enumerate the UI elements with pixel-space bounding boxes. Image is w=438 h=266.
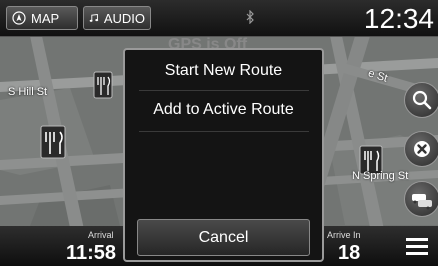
route-options-dialog: Start New Route Add to Active Route Canc… [123, 48, 324, 262]
clock: 12:34 [363, 3, 434, 34]
audio-button-label: AUDIO [103, 10, 145, 26]
audio-button[interactable]: AUDIO [83, 6, 151, 30]
bluetooth-icon [246, 10, 254, 24]
search-button[interactable] [404, 82, 438, 118]
menu-button[interactable] [396, 226, 438, 266]
cancel-button-label: Cancel [198, 228, 249, 246]
arrival-time: 11:58 [66, 242, 117, 264]
traffic-icon [412, 194, 432, 210]
start-new-route-button[interactable]: Start New Route [125, 62, 322, 80]
cancel-route-button[interactable] [404, 131, 438, 167]
restaurant-icon[interactable] [40, 125, 66, 159]
arrive-in-label: Arrive In [327, 230, 361, 240]
arrive-in-value: 18 [338, 242, 361, 264]
arrival-label: Arrival [88, 230, 114, 240]
navigation-screen: S Hill St N Spring St e St GPS is Off MA… [0, 0, 438, 266]
cancel-route-icon [414, 141, 430, 157]
traffic-button[interactable] [404, 181, 438, 217]
map-button[interactable]: MAP [6, 6, 78, 30]
restaurant-icon[interactable] [93, 71, 113, 99]
music-note-icon [89, 13, 99, 22]
map-button-label: MAP [31, 10, 60, 26]
menu-icon [406, 238, 428, 255]
compass-icon [12, 11, 26, 25]
cancel-button[interactable]: Cancel [137, 219, 310, 256]
divider [139, 90, 309, 91]
divider [139, 131, 309, 132]
street-label: S Hill St [8, 86, 48, 98]
search-icon [412, 90, 432, 110]
street-label: N Spring St [352, 170, 409, 182]
add-to-active-route-button[interactable]: Add to Active Route [125, 101, 322, 119]
status-bar: MAP AUDIO 12:34 [0, 0, 438, 37]
